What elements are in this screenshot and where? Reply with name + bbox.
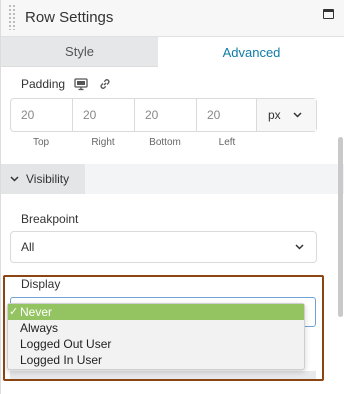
padding-bottom-label: Bottom [149,137,181,148]
tab-advanced[interactable]: Advanced [158,37,344,67]
scrollbar[interactable] [338,137,343,317]
padding-top-label: Top [32,137,50,148]
padding-top-input[interactable]: 20 [11,99,73,131]
padding-unit-value: px [268,108,281,122]
visibility-section-toggle[interactable]: Visibility [1,164,85,194]
chevron-down-icon [295,244,304,250]
chevron-down-icon [293,112,302,118]
padding-side-labels: Top Right Bottom Left [10,137,258,148]
display-highlight-box [3,275,324,381]
padding-bottom-input[interactable]: 20 [135,99,197,131]
padding-header: Padding [21,77,122,91]
padding-left-input[interactable]: 20 [197,99,257,131]
padding-inputs: 20 20 20 20 px [10,98,317,132]
window-icon[interactable] [323,9,334,19]
breakpoint-select[interactable]: All [10,231,317,263]
visibility-section-label: Visibility [26,172,70,186]
panel-title: Row Settings [25,9,114,26]
row-settings-panel: Row Settings Style Advanced Padding 20 2… [0,0,344,394]
padding-unit-select[interactable]: px [257,99,316,131]
padding-right-input[interactable]: 20 [73,99,135,131]
breakpoint-value: All [21,240,35,254]
padding-left-label: Left [218,137,236,148]
panel-header[interactable]: Row Settings [1,0,344,37]
settings-tabs: Style Advanced [1,37,344,67]
padding-label: Padding [21,77,66,91]
drag-handle-icon[interactable] [8,4,16,30]
chevron-down-icon [10,176,19,182]
link-icon[interactable] [98,77,112,91]
tab-style[interactable]: Style [1,37,158,67]
monitor-icon[interactable] [74,77,88,91]
breakpoint-label: Breakpoint [21,212,79,226]
panel-body: Padding 20 20 20 20 px Top Right Bottom … [1,67,344,394]
visibility-section-bar: Visibility [1,164,344,194]
padding-right-label: Right [91,137,115,148]
